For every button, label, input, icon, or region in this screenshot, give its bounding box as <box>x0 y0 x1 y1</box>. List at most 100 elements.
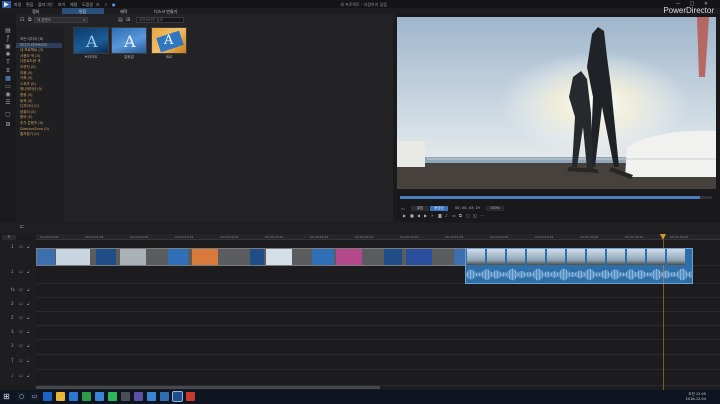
search-icon[interactable]: ○ <box>17 392 26 401</box>
prev-frame-icon[interactable]: ◀ <box>417 213 420 218</box>
plugin-room-icon[interactable]: ⊞ <box>4 122 12 128</box>
menu-help[interactable]: 도움말 <box>82 2 93 8</box>
powerdirector-taskbar-icon[interactable] <box>172 391 183 402</box>
media-room-icon[interactable]: ▤ <box>4 28 12 34</box>
tree-item[interactable]: 원형 (0) <box>20 93 33 98</box>
tree-item[interactable]: 모든 미디어 (8) <box>20 37 43 42</box>
tree-item[interactable]: 즐겨찾기 (0) <box>20 132 39 137</box>
tree-item[interactable]: 가족 (0) <box>20 76 33 81</box>
edge-icon[interactable] <box>43 392 52 401</box>
cloud-icon[interactable] <box>147 392 156 401</box>
track-enable-checkbox[interactable]: ☑ <box>19 373 23 378</box>
windows-start-icon[interactable]: ⊞ <box>3 392 10 401</box>
fast-forward-icon[interactable]: » <box>431 213 433 218</box>
list-view-icon[interactable]: ▤ <box>118 17 123 23</box>
track-lock-icon[interactable]: 🔓︎ <box>27 373 30 378</box>
timeline-scrollbar[interactable] <box>36 386 380 389</box>
voice-over-icon[interactable]: ◉ <box>4 92 12 98</box>
taskbar-clock[interactable]: 오전 12:45 2018-12-04 <box>686 392 706 401</box>
timeline-track[interactable] <box>36 284 720 298</box>
track-enable-checkbox[interactable]: ☑ <box>19 269 23 274</box>
track-lock-icon[interactable]: 🔓︎ <box>27 301 30 306</box>
play-icon[interactable]: ▶ <box>403 213 406 218</box>
title-room-icon[interactable]: T <box>4 60 12 66</box>
mail-icon[interactable] <box>95 392 104 401</box>
tree-item[interactable]: 내 프로젝트 (3) <box>20 48 43 53</box>
timeline-track[interactable] <box>36 298 720 312</box>
template-thumb-1[interactable]: A <box>73 27 109 54</box>
track-enable-checkbox[interactable]: ☑ <box>19 244 23 249</box>
stop-icon[interactable]: ■ <box>410 213 414 218</box>
tree-item[interactable]: 여행 (0) <box>20 71 33 76</box>
menu-view[interactable]: 보기 <box>58 2 65 8</box>
info-icon[interactable]: ● <box>112 2 116 7</box>
fx-room-icon[interactable]: ƒ <box>4 36 12 42</box>
display-icon[interactable]: ▭ <box>452 213 456 218</box>
track-lock-icon[interactable]: 🔓︎ <box>27 329 30 334</box>
settings-icon[interactable]: ⚙ <box>96 2 100 7</box>
subtitle-room-icon[interactable]: ▢ <box>4 112 12 118</box>
upload-icon[interactable]: ⇪ <box>104 2 107 7</box>
track-enable-checkbox[interactable]: ☑ <box>19 301 23 306</box>
photo-icon[interactable] <box>160 392 169 401</box>
clip-mode-button[interactable]: 클립 <box>411 206 429 211</box>
tree-item[interactable]: DirectorZone (0) <box>20 127 49 131</box>
pip-room-icon[interactable]: ▣ <box>4 44 12 50</box>
zoom-quality-dropdown[interactable]: 100% <box>486 206 504 211</box>
menu-file[interactable]: 파일 <box>14 2 21 8</box>
track-enable-checkbox[interactable]: ☑ <box>19 343 23 348</box>
messenger-icon[interactable] <box>108 392 117 401</box>
tree-item[interactable]: 디자이너 (0) <box>20 104 39 109</box>
volume-icon[interactable]: ♪ <box>445 213 448 218</box>
menu-plugins[interactable]: 플러그인 <box>38 2 53 8</box>
timeline-view-icon[interactable]: ⊏ <box>20 224 24 230</box>
store-icon[interactable] <box>69 392 78 401</box>
track-lock-icon[interactable]: 🔓︎ <box>27 358 30 363</box>
snapshot-icon[interactable]: ◙ <box>438 213 442 218</box>
file-explorer-icon[interactable] <box>56 392 65 401</box>
chapter-room-icon[interactable]: ☰ <box>4 100 12 106</box>
tree-item[interactable]: 애니메이션 (0) <box>20 87 42 92</box>
template-thumb-3[interactable]: A <box>151 27 187 54</box>
import-icon[interactable]: ⊡ <box>20 17 24 23</box>
timeline-track[interactable] <box>36 370 720 386</box>
tree-item[interactable]: 오렌지 (0) <box>20 65 36 70</box>
movie-mode-button[interactable]: 동영상 <box>430 206 448 211</box>
tree-item[interactable]: 음악 (0) <box>20 115 33 120</box>
track-enable-checkbox[interactable]: ☑ <box>19 315 23 320</box>
particle-room-icon[interactable]: ✱ <box>4 52 12 58</box>
transition-room-icon[interactable]: ⧖ <box>4 68 12 74</box>
track-lock-icon[interactable]: 🔓︎ <box>27 244 30 249</box>
timeline-track[interactable] <box>36 340 720 355</box>
library-search-input[interactable]: 라이브러리 검색 <box>136 17 184 23</box>
track-lock-icon[interactable]: 🔓︎ <box>27 343 30 348</box>
template-room-icon[interactable]: ▦ <box>4 76 12 82</box>
screen-icon[interactable]: ▢ <box>466 213 470 218</box>
tree-item[interactable]: 다운로드한 색 <box>20 59 40 64</box>
chrome-icon[interactable] <box>82 392 91 401</box>
audio-mixing-icon[interactable]: ▭ <box>4 84 12 90</box>
timeline-track[interactable] <box>36 326 720 340</box>
next-frame-icon[interactable]: ▶ <box>424 213 427 218</box>
track-lock-icon[interactable]: 🔓︎ <box>27 287 30 292</box>
puzzle-icon[interactable]: ⧉ <box>28 17 32 23</box>
template-thumb-2[interactable]: A <box>111 27 147 54</box>
menu-playback[interactable]: 재생 <box>70 2 77 8</box>
timeline-track[interactable] <box>36 355 720 370</box>
tree-item[interactable]: 추가 콘텐츠 (0) <box>20 121 43 126</box>
track-lock-icon[interactable]: 🔓︎ <box>27 315 30 320</box>
track-lock-icon[interactable]: 🔓︎ <box>27 269 30 274</box>
menu-edit[interactable]: 편집 <box>26 2 33 8</box>
3d-icon[interactable]: ◫ <box>473 213 477 218</box>
settings-menu-icon[interactable]: ⋯ <box>480 213 484 218</box>
track-enable-checkbox[interactable]: ☑ <box>19 287 23 292</box>
track-enable-checkbox[interactable]: ☑ <box>19 358 23 363</box>
timeline-track[interactable] <box>36 312 720 326</box>
undock-icon[interactable]: ⧉ <box>459 213 462 218</box>
tree-item[interactable]: 동적 (0) <box>20 99 33 104</box>
app-icon-1[interactable] <box>121 392 130 401</box>
track-enable-checkbox[interactable]: ☑ <box>19 329 23 334</box>
grid-view-icon[interactable]: ⊞ <box>126 17 130 23</box>
app-icon-2[interactable] <box>134 392 143 401</box>
library-filter-dropdown[interactable]: 내 콘텐츠 ▾ <box>34 17 88 23</box>
